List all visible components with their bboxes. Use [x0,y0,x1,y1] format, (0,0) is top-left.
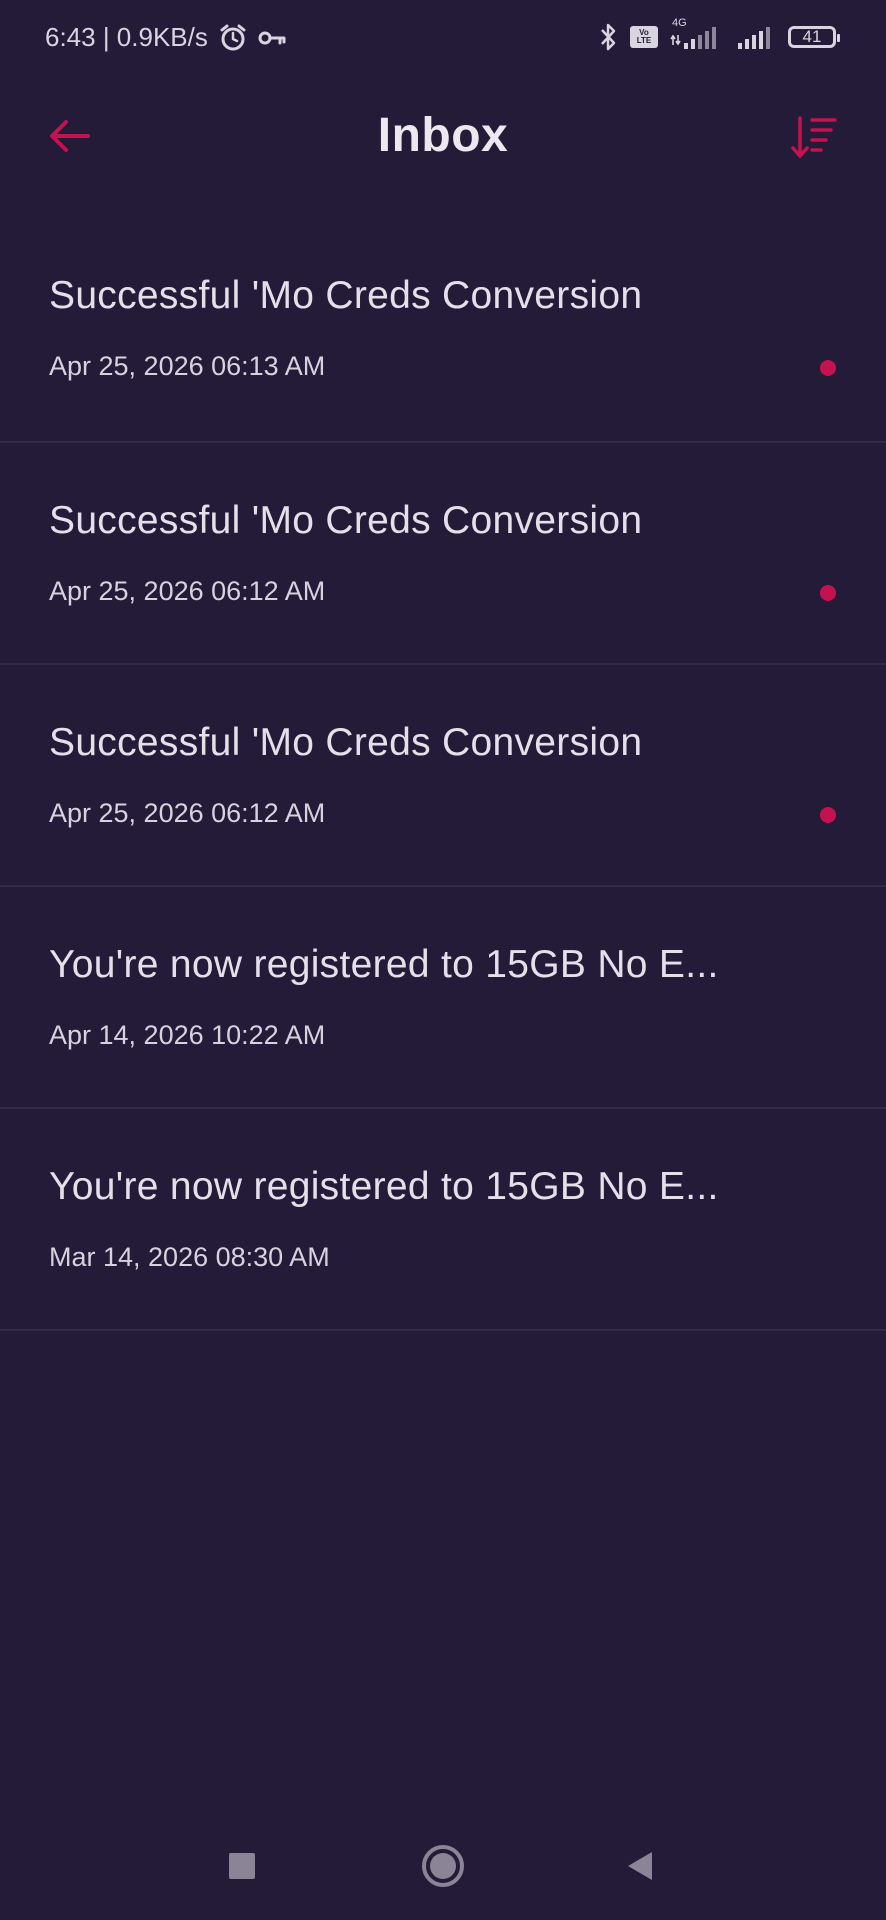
unread-indicator [820,585,836,601]
signal-icon [736,23,776,51]
message-title: Successful 'Mo Creds Conversion [49,499,643,542]
message-title: Successful 'Mo Creds Conversion [49,721,643,764]
app-header: Inbox [0,90,886,180]
status-time-speed: 6:43 | 0.9KB/s [45,22,208,52]
message-item[interactable]: You're now registered to 15GB No E... Ap… [0,887,886,1109]
alarm-icon [218,23,248,53]
status-right: Vo LTE 4G 41 [598,17,840,52]
unread-indicator [820,807,836,823]
message-date: Apr 25, 2026 06:12 AM [49,798,326,828]
message-item[interactable]: You're now registered to 15GB No E... Ma… [0,1109,886,1331]
message-date: Mar 14, 2026 08:30 AM [49,1242,330,1272]
message-date: Apr 14, 2026 10:22 AM [49,1020,326,1050]
message-title: Successful 'Mo Creds Conversion [49,274,643,317]
system-nav-bar [0,1810,886,1920]
message-item[interactable]: Successful 'Mo Creds Conversion Apr 25, … [0,443,886,665]
volte-line2: LTE [636,36,652,45]
sort-button[interactable] [788,112,840,164]
sort-descending-icon [791,116,837,158]
home-circle-icon [422,1845,464,1887]
signal-icon: 4G [670,17,724,51]
home-button[interactable] [415,1838,471,1894]
bluetooth-icon [598,22,618,52]
message-title: You're now registered to 15GB No E... [49,1165,719,1208]
key-icon [258,28,286,48]
recents-button[interactable] [214,1838,270,1894]
message-list: Successful 'Mo Creds Conversion Apr 25, … [0,219,886,1331]
status-left: 6:43 | 0.9KB/s [45,22,286,53]
message-date: Apr 25, 2026 06:12 AM [49,576,326,606]
volte-icon: Vo LTE [630,26,658,48]
unread-indicator [820,360,836,376]
recents-square-icon [229,1853,255,1879]
message-item[interactable]: Successful 'Mo Creds Conversion Apr 25, … [0,665,886,887]
network-type-label: 4G [672,17,687,29]
status-bar: 6:43 | 0.9KB/s Vo LTE 4G 41 [0,0,886,80]
message-title: You're now registered to 15GB No E... [49,943,719,986]
back-triangle-icon [628,1852,652,1880]
page-title: Inbox [377,109,509,162]
message-item[interactable]: Successful 'Mo Creds Conversion Apr 25, … [0,219,886,443]
battery-icon: 41 [788,26,840,48]
battery-level: 41 [802,27,822,46]
back-nav-button[interactable] [612,1838,668,1894]
message-date: Apr 25, 2026 06:13 AM [49,351,326,381]
